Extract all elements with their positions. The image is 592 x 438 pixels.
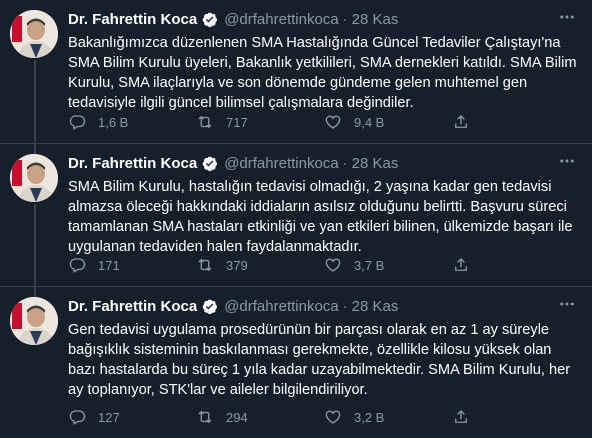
like-icon bbox=[325, 258, 341, 272]
reply-button[interactable]: 127 bbox=[68, 408, 196, 426]
tweet-actions: 127 294 3,2 B bbox=[68, 408, 482, 426]
retweet-button[interactable]: 294 bbox=[196, 408, 324, 426]
retweet-icon bbox=[198, 115, 212, 129]
reply-button[interactable]: 171 bbox=[68, 256, 196, 274]
reply-icon bbox=[69, 115, 86, 130]
tweet[interactable]: Dr. Fahrettin Koca @drfahrettinkoca · 28… bbox=[0, 144, 592, 287]
retweet-icon bbox=[198, 410, 212, 424]
verified-badge-icon bbox=[201, 11, 218, 28]
reply-count: 1,6 B bbox=[98, 114, 129, 130]
share-icon bbox=[455, 410, 467, 423]
share-button[interactable] bbox=[452, 113, 482, 131]
author-name[interactable]: Dr. Fahrettin Koca bbox=[68, 11, 197, 28]
reply-count: 171 bbox=[98, 257, 120, 273]
tweet-actions: 171 379 3,7 B bbox=[68, 256, 482, 274]
more-options-icon[interactable] bbox=[556, 8, 578, 26]
reply-icon bbox=[69, 258, 86, 273]
tweet-text: Bakanlığımızca düzenlenen SMA Hastalığın… bbox=[68, 35, 577, 111]
tweet-header: Dr. Fahrettin Koca @drfahrettinkoca · 28… bbox=[68, 154, 580, 172]
timestamp[interactable]: 28 Kas bbox=[352, 298, 399, 315]
tweet-feed: Dr. Fahrettin Koca @drfahrettinkoca · 28… bbox=[0, 0, 592, 438]
share-icon bbox=[455, 115, 467, 128]
separator-dot: · bbox=[342, 10, 348, 28]
separator-dot: · bbox=[342, 297, 348, 315]
avatar[interactable] bbox=[10, 10, 58, 58]
tweet[interactable]: Dr. Fahrettin Koca @drfahrettinkoca · 28… bbox=[0, 0, 592, 144]
share-icon bbox=[455, 258, 467, 271]
separator-dot: · bbox=[342, 154, 348, 172]
retweet-count: 294 bbox=[226, 409, 248, 425]
tweet-header: Dr. Fahrettin Koca @drfahrettinkoca · 28… bbox=[68, 10, 580, 28]
thread-connector bbox=[34, 60, 36, 143]
like-button[interactable]: 3,7 B bbox=[324, 256, 452, 274]
like-count: 9,4 B bbox=[354, 114, 385, 130]
like-count: 3,7 B bbox=[354, 257, 385, 273]
author-handle[interactable]: @drfahrettinkoca bbox=[224, 155, 338, 172]
more-options-icon[interactable] bbox=[556, 152, 578, 170]
share-button[interactable] bbox=[452, 408, 482, 426]
thread-connector bbox=[34, 204, 36, 286]
verified-badge-icon bbox=[201, 298, 218, 315]
retweet-count: 379 bbox=[226, 257, 248, 273]
author-name[interactable]: Dr. Fahrettin Koca bbox=[68, 155, 197, 172]
author-handle[interactable]: @drfahrettinkoca bbox=[224, 11, 338, 28]
like-button[interactable]: 9,4 B bbox=[324, 113, 452, 131]
reply-count: 127 bbox=[98, 409, 120, 425]
timestamp[interactable]: 28 Kas bbox=[352, 11, 399, 28]
tweet-text: SMA Bilim Kurulu, hastalığın tedavisi ol… bbox=[68, 179, 573, 255]
retweet-button[interactable]: 379 bbox=[196, 256, 324, 274]
timestamp[interactable]: 28 Kas bbox=[352, 155, 399, 172]
reply-button[interactable]: 1,6 B bbox=[68, 113, 196, 131]
tweet-text: Gen tedavisi uygulama prosedürünün bir p… bbox=[68, 322, 571, 398]
verified-badge-icon bbox=[201, 155, 218, 172]
like-button[interactable]: 3,2 B bbox=[324, 408, 452, 426]
avatar[interactable] bbox=[10, 154, 58, 202]
like-icon bbox=[325, 410, 341, 424]
more-options-icon[interactable] bbox=[556, 295, 578, 313]
author-name[interactable]: Dr. Fahrettin Koca bbox=[68, 298, 197, 315]
reply-icon bbox=[69, 410, 86, 425]
retweet-count: 717 bbox=[226, 114, 248, 130]
share-button[interactable] bbox=[452, 256, 482, 274]
author-handle[interactable]: @drfahrettinkoca bbox=[224, 298, 338, 315]
tweet[interactable]: Dr. Fahrettin Koca @drfahrettinkoca · 28… bbox=[0, 287, 592, 438]
thread-connector bbox=[34, 144, 36, 154]
like-icon bbox=[325, 115, 341, 129]
retweet-icon bbox=[198, 258, 212, 272]
tweet-header: Dr. Fahrettin Koca @drfahrettinkoca · 28… bbox=[68, 297, 580, 315]
like-count: 3,2 B bbox=[354, 409, 385, 425]
tweet-actions: 1,6 B 717 9,4 B bbox=[68, 113, 482, 131]
retweet-button[interactable]: 717 bbox=[196, 113, 324, 131]
avatar[interactable] bbox=[10, 297, 58, 345]
thread-connector bbox=[34, 287, 36, 297]
